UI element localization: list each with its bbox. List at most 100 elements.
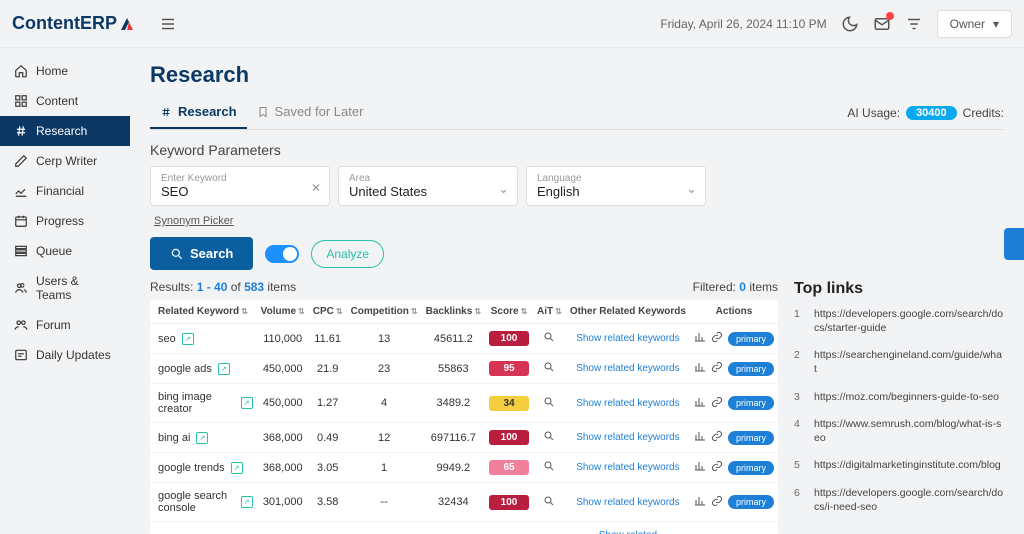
- top-link-url[interactable]: https://developers.google.com/search/doc…: [814, 487, 1004, 514]
- search-icon: [170, 247, 184, 261]
- sidebar-item-progress[interactable]: Progress: [0, 206, 130, 236]
- sidebar-item-queue[interactable]: Queue: [0, 236, 130, 266]
- search-button[interactable]: Search: [150, 237, 253, 270]
- queue-icon: [14, 244, 28, 258]
- sidebar-item-research[interactable]: Research: [0, 116, 130, 146]
- primary-badge[interactable]: primary: [728, 495, 774, 509]
- usage-badge: 30400: [906, 106, 957, 120]
- chart-action-icon[interactable]: [694, 460, 706, 475]
- link-action-icon[interactable]: [711, 460, 723, 475]
- col-backlinks[interactable]: Backlinks⇅: [422, 300, 485, 324]
- language-field[interactable]: Language English ⌄: [526, 166, 706, 206]
- sidebar-item-label: Home: [36, 64, 68, 78]
- clear-icon[interactable]: ✕: [311, 181, 321, 195]
- keyword-text: seo: [158, 333, 176, 345]
- magnify-icon[interactable]: [543, 334, 555, 346]
- link-action-icon[interactable]: [711, 396, 723, 411]
- col-cpc[interactable]: CPC⇅: [309, 300, 347, 324]
- logo[interactable]: ContentERP: [12, 13, 135, 34]
- sidebar-item-label: Users & Teams: [36, 274, 116, 302]
- analyze-button[interactable]: Analyze: [311, 240, 384, 268]
- sidebar-item-financial[interactable]: Financial: [0, 176, 130, 206]
- area-field[interactable]: Area United States ⌄: [338, 166, 518, 206]
- keyword-text: bing ai: [158, 432, 190, 444]
- trend-badge-icon[interactable]: ↗: [182, 333, 194, 345]
- trend-badge-icon[interactable]: ↗: [241, 496, 253, 508]
- show-related-link[interactable]: Show related keywords: [576, 398, 679, 410]
- sidebar-item-label: Progress: [36, 214, 84, 228]
- filter-icon[interactable]: [905, 15, 923, 33]
- sidebar-item-daily-updates[interactable]: Daily Updates: [0, 340, 130, 370]
- chart-action-icon[interactable]: [694, 430, 706, 445]
- mail-icon[interactable]: [873, 15, 891, 33]
- top-link-url[interactable]: https://www.semrush.com/blog/what-is-seo: [814, 418, 1004, 445]
- chart-action-icon[interactable]: [694, 331, 706, 346]
- magnify-icon[interactable]: [543, 433, 555, 445]
- link-action-icon[interactable]: [711, 331, 723, 346]
- trend-badge-icon[interactable]: ↗: [231, 462, 243, 474]
- primary-badge[interactable]: primary: [728, 431, 774, 445]
- col-ait[interactable]: AiT⇅: [533, 300, 566, 324]
- chart-action-icon[interactable]: [694, 396, 706, 411]
- col-competition[interactable]: Competition⇅: [347, 300, 422, 324]
- chart-action-icon[interactable]: [694, 361, 706, 376]
- trend-badge-icon[interactable]: ↗: [218, 363, 230, 375]
- link-action-icon[interactable]: [711, 361, 723, 376]
- pencil-icon: [14, 154, 28, 168]
- col-keyword[interactable]: Related Keyword⇅: [150, 300, 257, 324]
- cell-competition: 12: [347, 423, 422, 453]
- link-action-icon[interactable]: [711, 430, 723, 445]
- table-row: bing ai↗ 368,000 0.49 12 697116.7 100 Sh…: [150, 423, 778, 453]
- bookmark-icon: [257, 106, 269, 118]
- tab-research[interactable]: Research: [150, 96, 247, 129]
- show-related-link[interactable]: Show related keywords: [576, 333, 679, 345]
- moon-icon[interactable]: [841, 15, 859, 33]
- sidebar-item-cerp-writer[interactable]: Cerp Writer: [0, 146, 130, 176]
- cell-competition: 4: [347, 384, 422, 423]
- top-link-url[interactable]: https://searchengineland.com/guide/what: [814, 349, 1004, 376]
- col-score[interactable]: Score⇅: [485, 300, 533, 324]
- sidebar-item-home[interactable]: Home: [0, 56, 130, 86]
- sidebar-item-forum[interactable]: Forum: [0, 310, 130, 340]
- trend-badge-icon[interactable]: ↗: [196, 432, 208, 444]
- chart-action-icon[interactable]: [694, 495, 706, 510]
- top-link-url[interactable]: https://developers.google.com/search/doc…: [814, 308, 1004, 335]
- top-link-url[interactable]: https://digitalmarketinginstitute.com/bl…: [814, 459, 1001, 473]
- top-link-row: 6https://developers.google.com/search/do…: [794, 487, 1004, 514]
- magnify-icon[interactable]: [543, 463, 555, 475]
- show-related-link[interactable]: Show related: [599, 530, 657, 534]
- sidebar-item-label: Daily Updates: [36, 348, 111, 362]
- magnify-icon[interactable]: [543, 399, 555, 411]
- show-related-link[interactable]: Show related keywords: [576, 363, 679, 375]
- show-related-link[interactable]: Show related keywords: [576, 497, 679, 509]
- show-related-link[interactable]: Show related keywords: [576, 432, 679, 444]
- toggle-switch[interactable]: [265, 245, 299, 263]
- link-action-icon[interactable]: [711, 495, 723, 510]
- trend-badge-icon[interactable]: ↗: [241, 397, 253, 409]
- hash-icon: [14, 124, 28, 138]
- show-related-link[interactable]: Show related keywords: [576, 462, 679, 474]
- tab-saved[interactable]: Saved for Later: [247, 96, 374, 129]
- primary-badge[interactable]: primary: [728, 332, 774, 346]
- sidebar-item-label: Research: [36, 124, 87, 138]
- menu-toggle-icon[interactable]: [159, 15, 177, 33]
- keyword-field[interactable]: Enter Keyword SEO ✕: [150, 166, 330, 206]
- primary-badge[interactable]: primary: [728, 396, 774, 410]
- magnify-icon[interactable]: [543, 498, 555, 510]
- cell-volume: 368,000: [257, 423, 309, 453]
- magnify-icon[interactable]: [543, 364, 555, 376]
- top-link-url[interactable]: https://moz.com/beginners-guide-to-seo: [814, 391, 999, 405]
- col-volume[interactable]: Volume⇅: [257, 300, 309, 324]
- top-link-row: 1https://developers.google.com/search/do…: [794, 308, 1004, 335]
- sidebar-item-users[interactable]: Users & Teams: [0, 266, 130, 310]
- primary-badge[interactable]: primary: [728, 362, 774, 376]
- cell-backlinks: 9949.2: [422, 453, 485, 483]
- primary-badge[interactable]: primary: [728, 461, 774, 475]
- floating-side-button[interactable]: [1004, 228, 1024, 260]
- synonym-picker-link[interactable]: Synonym Picker: [154, 215, 233, 227]
- keyword-text: google search console: [158, 490, 235, 514]
- owner-dropdown[interactable]: Owner ▾: [937, 10, 1012, 38]
- sidebar-item-content[interactable]: Content: [0, 86, 130, 116]
- cell-volume: 301,000: [257, 483, 309, 522]
- score-pill: 100: [489, 331, 529, 346]
